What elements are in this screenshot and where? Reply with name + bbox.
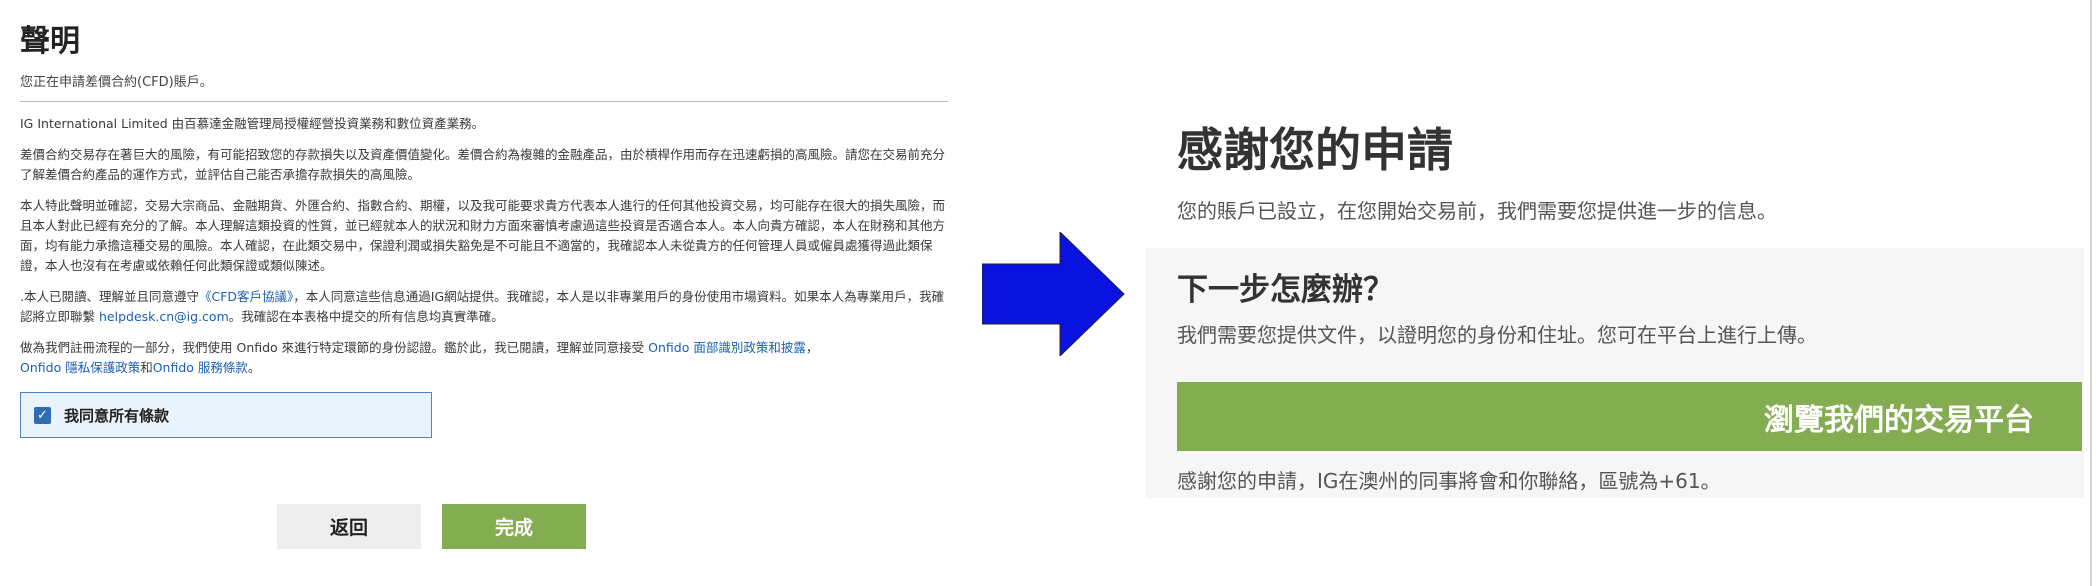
paragraph-text: 做為我們註冊流程的一部分，我們使用 Onfido 來進行特定環節的身份認證。鑑於… — [20, 340, 645, 355]
paragraph-text: ， — [805, 340, 819, 355]
paragraph-text: 。我確認在本表格中提交的所有信息均真實準確。 — [228, 309, 504, 324]
page-subtitle: 您正在申請差價合約(CFD)賬戶。 — [20, 75, 213, 90]
confirmation-title: 感謝您的申請 — [1177, 123, 1453, 177]
checkbox-checked-icon[interactable]: ✓ — [34, 406, 51, 424]
agree-all-terms-label: 我同意所有條款 — [64, 406, 170, 425]
next-steps-title: 下一步怎麼辦？ — [1177, 272, 1394, 308]
onfido-terms-link[interactable]: Onfido 服務條款 — [153, 360, 248, 375]
declaration-paragraph-5: 做為我們註冊流程的一部分，我們使用 Onfido 來進行特定環節的身份認證。鑑於… — [20, 338, 950, 378]
page-title: 聲明 — [20, 24, 80, 59]
window-edge-divider — [2090, 0, 2092, 586]
declaration-paragraph-4: .本人已閱讀、理解並且同意遵守《CFD客戶協議》，本人同意這些信息通過IG網站提… — [20, 287, 950, 327]
right-arrow-shape — [982, 232, 1125, 356]
declaration-paragraph-1: IG International Limited 由百慕達金融管理局授權經營投資… — [20, 116, 485, 131]
screenshot-root: 聲明 您正在申請差價合約(CFD)賬戶。 IG International Li… — [0, 0, 2098, 586]
browse-trading-platform-button[interactable]: 瀏覽我們的交易平台 — [1177, 382, 2082, 451]
done-button[interactable]: 完成 — [442, 504, 586, 549]
contact-note: 感謝您的申請，IG在澳州的同事將會和你聯絡，區號為+61。 — [1177, 469, 1721, 493]
right-arrow-icon — [982, 232, 1125, 356]
cfd-agreement-link[interactable]: 《CFD客戶協議》 — [199, 289, 293, 304]
declaration-paragraph-3: 本人特此聲明並確認，交易大宗商品、金融期貨、外匯合約、指數合約、期權，以及我可能… — [20, 198, 946, 273]
declaration-panel: 聲明 您正在申請差價合約(CFD)賬戶。 IG International Li… — [20, 20, 950, 438]
helpdesk-email-link[interactable]: helpdesk.cn@ig.com — [99, 309, 229, 324]
onfido-face-policy-link[interactable]: Onfido 面部識別政策和披露 — [648, 340, 806, 355]
paragraph-text: 。 — [247, 360, 261, 375]
confirmation-subtitle: 您的賬戶已設立，在您開始交易前，我們需要您提供進一步的信息。 — [1177, 199, 1777, 223]
next-steps-description: 我們需要您提供文件，以證明您的身份和住址。您可在平台上進行上傳。 — [1177, 323, 1817, 347]
divider — [20, 101, 948, 102]
paragraph-text: 和 — [140, 360, 153, 375]
agree-all-terms-checkbox[interactable]: ✓ 我同意所有條款 — [20, 392, 432, 438]
declaration-paragraph-2: 差價合約交易存在著巨大的風險，有可能招致您的存款損失以及資產價值變化。差價合約為… — [20, 147, 946, 182]
onfido-privacy-policy-link[interactable]: Onfido 隱私保護政策 — [20, 360, 140, 375]
back-button[interactable]: 返回 — [277, 504, 421, 549]
paragraph-text: .本人已閱讀、理解並且同意遵守 — [20, 289, 199, 304]
